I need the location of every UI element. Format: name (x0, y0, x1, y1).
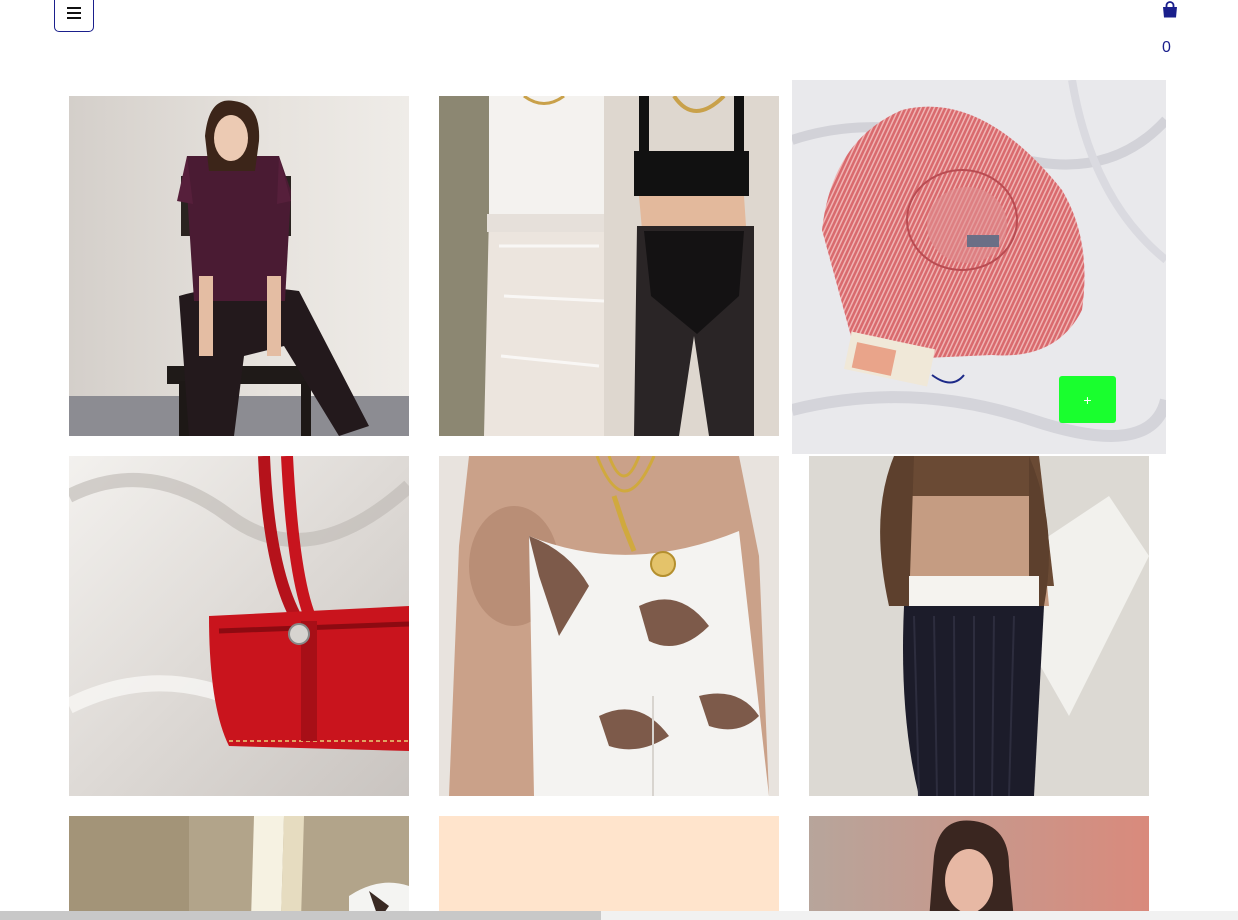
product-image-9[interactable] (809, 816, 1149, 920)
product-image-5[interactable] (439, 456, 779, 796)
product-image-7[interactable] (69, 816, 409, 920)
scrollbar-thumb[interactable] (0, 911, 601, 920)
cart-button[interactable]: 0 (1158, 0, 1184, 60)
product-image-8[interactable] (439, 816, 779, 920)
product-image-6[interactable] (809, 456, 1149, 796)
product-image-1[interactable] (69, 96, 409, 436)
hamburger-icon (67, 7, 81, 19)
horizontal-scrollbar[interactable] (0, 911, 1238, 920)
product-image-2[interactable] (439, 96, 779, 436)
menu-button[interactable] (54, 0, 94, 32)
add-to-cart-button[interactable]: + (1059, 376, 1116, 423)
shopping-bag-icon (1163, 1, 1177, 18)
product-image-4[interactable] (69, 456, 409, 796)
cart-count: 0 (1162, 39, 1171, 56)
